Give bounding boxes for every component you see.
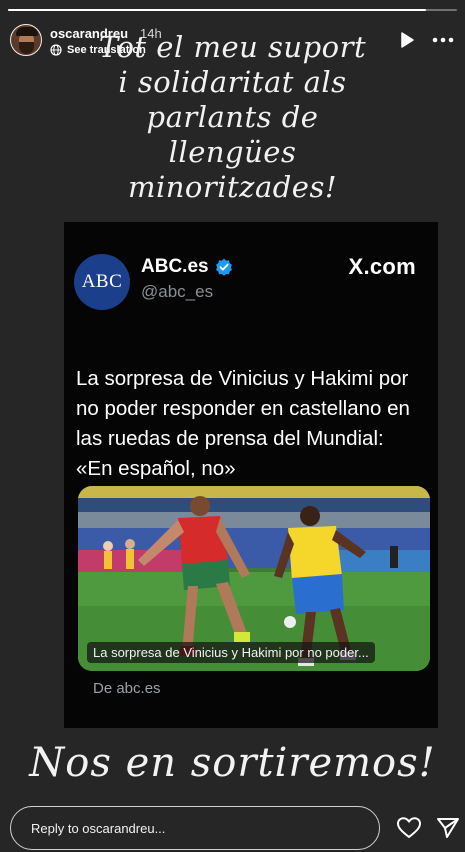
tweet-media-image[interactable]: La sorpresa de Vinicius y Hakimi por no …	[78, 486, 430, 671]
link-source[interactable]: De abc.es	[93, 680, 161, 697]
account-handle: @abc_es	[141, 282, 214, 301]
story-progress-fill	[8, 9, 426, 11]
overlay-line: parlants de	[146, 100, 319, 134]
media-caption: La sorpresa de Vinicius y Hakimi por no …	[87, 642, 375, 663]
heart-icon[interactable]	[396, 816, 422, 840]
x-brand-label: X.com	[348, 254, 416, 279]
overlay-line: llengües	[168, 135, 297, 169]
overlay-bottom-text: Nos en sortiremos!	[29, 740, 436, 786]
shared-tweet-card[interactable]: ABC ABC.es @abc_es X.com La sorpresa de …	[64, 222, 438, 728]
tweet-text: La sorpresa de Vinicius y Hakimi por no …	[76, 367, 410, 480]
story-progress-bar	[8, 9, 457, 11]
story-footer	[0, 806, 465, 852]
abc-logo: ABC	[74, 254, 130, 310]
reply-input[interactable]	[10, 806, 380, 850]
account-name: ABC.es	[141, 256, 209, 277]
overlay-line: i solidaritat als	[118, 65, 347, 99]
send-icon[interactable]	[436, 816, 460, 840]
account-name-row: ABC.es	[141, 256, 233, 278]
overlay-line: Tot el meu suport	[98, 30, 367, 64]
overlay-line: minoritzades!	[127, 170, 338, 204]
overlay-top-text: Tot el meu suport i solidaritat als parl…	[0, 30, 465, 205]
verified-badge-icon	[215, 258, 232, 276]
